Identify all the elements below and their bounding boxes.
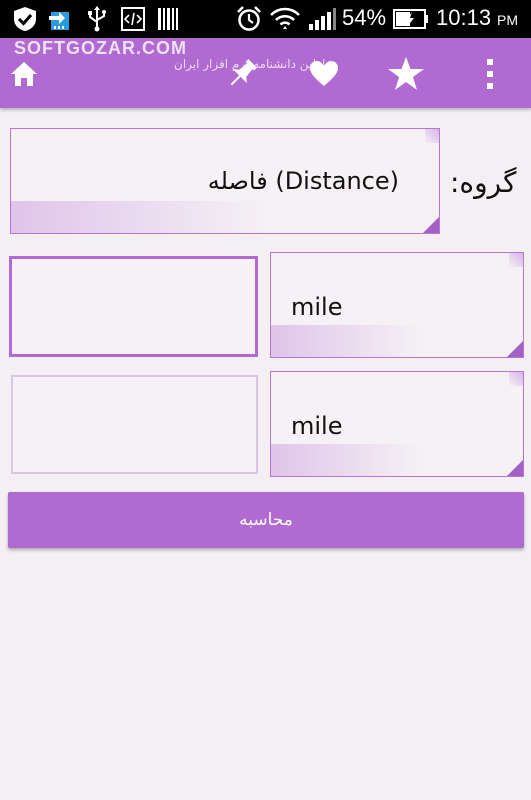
signal-icon [306,6,338,32]
action-bar: SOFTGOZAR.COM اولین دانشنامه نرم افزار ا… [0,38,531,108]
group-spinner[interactable]: فاصله (Distance) [10,128,440,234]
calculate-button-label: محاسبه [239,510,293,530]
check-shield-icon [10,6,40,32]
home-icon[interactable] [4,54,44,94]
usb-icon [84,6,110,32]
star-icon[interactable] [386,54,426,94]
battery-charging-icon [392,6,430,32]
wifi-icon [268,6,302,32]
group-spinner-value: فاصله (Distance) [207,167,399,195]
alarm-icon [234,6,264,32]
sim-download-icon [46,6,74,32]
pin-icon[interactable] [222,54,262,94]
clock: 10:13 [436,5,492,30]
watermark: SOFTGOZAR.COM اولین دانشنامه نرم افزار ا… [14,38,325,71]
clock-ampm: PM [497,12,518,28]
to-unit-value: mile [291,412,343,440]
watermark-title: SOFTGOZAR.COM [14,38,187,58]
from-unit-spinner[interactable]: mile [270,252,524,358]
group-label: گروه: [450,166,517,199]
from-value-input[interactable] [9,256,258,357]
heart-icon[interactable] [304,54,344,94]
overflow-menu-icon[interactable] [470,54,510,94]
from-unit-value: mile [291,293,343,321]
code-icon [120,6,146,32]
to-value-input[interactable] [11,375,258,474]
calculate-button[interactable]: محاسبه [8,492,524,548]
to-unit-spinner[interactable]: mile [270,371,524,477]
barcode-icon [156,6,180,32]
status-bar: 54% 10:13 PM [0,0,531,38]
battery-percent: 54% [342,5,387,30]
